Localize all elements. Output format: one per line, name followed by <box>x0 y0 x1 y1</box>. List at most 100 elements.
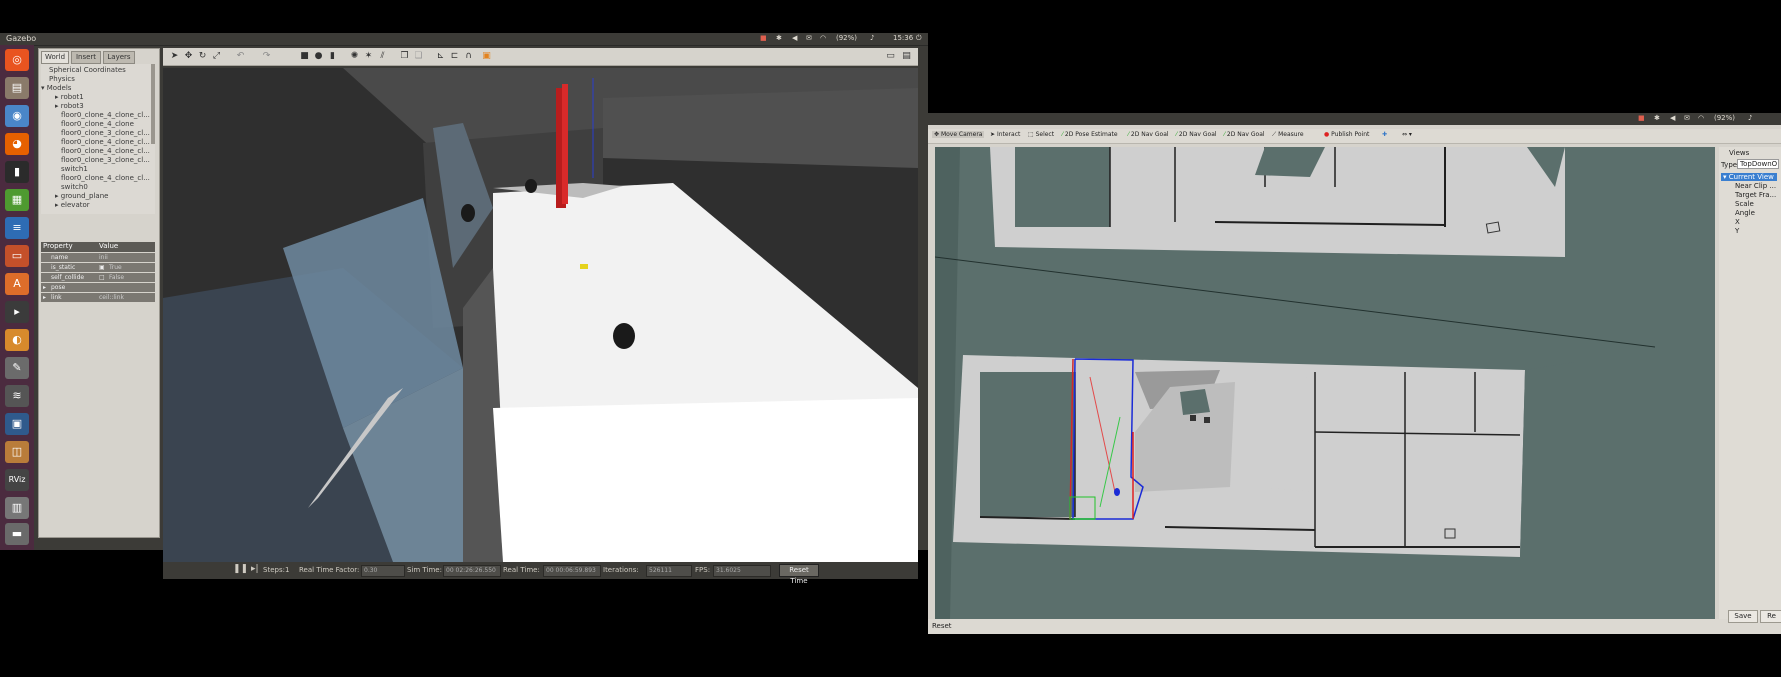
select-tool[interactable]: ⬚ Select <box>1028 131 1054 138</box>
copy-icon[interactable]: ❐ <box>399 51 410 62</box>
property-row[interactable]: ▸ link ceil::link <box>41 293 155 302</box>
checkbox-icon[interactable]: □ <box>99 273 105 282</box>
writer-icon[interactable]: ≡ <box>5 217 29 239</box>
move-camera-tool[interactable]: ✥ Move Camera <box>932 131 985 138</box>
directional-light-icon[interactable]: ⫽ <box>377 51 388 62</box>
battery-level[interactable]: (92%) <box>1714 114 1735 122</box>
volume-icon[interactable]: ◀ <box>1670 114 1675 122</box>
chromium-icon[interactable]: ◉ <box>5 105 29 127</box>
tree-item[interactable]: switch1 <box>61 165 88 173</box>
magnet-icon[interactable]: ∩ <box>463 51 474 62</box>
terminal-icon[interactable]: ▮ <box>5 161 29 183</box>
view-property[interactable]: Target Fra... <box>1735 191 1776 199</box>
firefox-icon[interactable]: ◕ <box>5 133 29 155</box>
tab-insert[interactable]: Insert <box>71 51 101 64</box>
record-icon[interactable]: ■ <box>760 34 767 42</box>
wifi-icon[interactable]: ◠ <box>1698 114 1704 122</box>
view-property[interactable]: Scale <box>1735 200 1754 208</box>
align-icon[interactable]: ⊾ <box>435 51 446 62</box>
sphere-shape-icon[interactable]: ● <box>313 51 324 62</box>
files-icon[interactable]: ▤ <box>5 77 29 99</box>
video-icon[interactable]: ▸ <box>5 301 29 323</box>
tree-item[interactable]: Spherical Coordinates <box>49 66 126 74</box>
blender-icon[interactable]: ◐ <box>5 329 29 351</box>
property-row[interactable]: self_collide □ False <box>41 273 155 282</box>
trash-icon[interactable]: ▥ <box>5 497 29 519</box>
view-property[interactable]: Angle <box>1735 209 1755 217</box>
select-arrow-icon[interactable]: ➤ <box>169 51 180 62</box>
clock[interactable]: 15:36 <box>893 34 913 42</box>
reset-button[interactable]: Reset <box>932 622 952 630</box>
property-row[interactable]: name inii <box>41 253 155 262</box>
tree-item[interactable]: switch0 <box>61 183 88 191</box>
paste-icon[interactable]: ❏ <box>413 51 424 62</box>
tab-world[interactable]: World <box>41 51 69 64</box>
measure-tool[interactable]: ⟋ Measure <box>1272 131 1304 139</box>
battery-level[interactable]: (92%) <box>836 34 857 42</box>
view-property[interactable]: Y <box>1735 227 1739 235</box>
tab-layers[interactable]: Layers <box>103 51 135 64</box>
checkbox-icon[interactable]: ▣ <box>99 263 105 272</box>
mail-icon[interactable]: ✉ <box>1684 114 1690 122</box>
network-icon[interactable]: ≋ <box>5 385 29 407</box>
box-shape-icon[interactable]: ■ <box>299 51 310 62</box>
impress-icon[interactable]: ▭ <box>5 245 29 267</box>
nav-goal-tool[interactable]: ⁄ 2D Nav Goal <box>1128 131 1169 138</box>
spot-light-icon[interactable]: ✶ <box>363 51 374 62</box>
remove-button[interactable]: Re <box>1760 610 1781 623</box>
tree-item[interactable]: floor0_clone_4_clone <box>61 120 134 128</box>
tree-item[interactable]: floor0_clone_4_clone_cl... <box>61 147 150 155</box>
view-type-select[interactable]: TopDownO <box>1737 159 1779 169</box>
rviz-icon[interactable]: RViz <box>5 469 29 491</box>
box-icon[interactable]: ◫ <box>5 441 29 463</box>
nav-goal-tool[interactable]: ⁄ 2D Nav Goal <box>1176 131 1217 138</box>
tree-item[interactable]: floor0_clone_4_clone_cl... <box>61 111 150 119</box>
wifi-icon[interactable]: ◠ <box>820 34 826 42</box>
tree-item[interactable]: ▸ robot3 <box>55 102 84 110</box>
nav-goal-tool[interactable]: ⁄ 2D Nav Goal <box>1224 131 1265 138</box>
tree-item[interactable]: Physics <box>49 75 75 83</box>
tree-item[interactable]: ▸ ground_plane <box>55 192 108 200</box>
snap-icon[interactable]: ⊏ <box>449 51 460 62</box>
pause-icon[interactable]: ❚❚ <box>233 564 248 574</box>
step-icon[interactable]: ▸| <box>251 564 259 574</box>
log-icon[interactable]: ▤ <box>901 51 912 62</box>
tree-item[interactable]: floor0_clone_4_clone_cl... <box>61 174 150 182</box>
rotate-icon[interactable]: ↻ <box>197 51 208 62</box>
screenshot-camera-icon[interactable]: ▣ <box>481 51 492 62</box>
cylinder-shape-icon[interactable]: ▮ <box>327 51 338 62</box>
tree-item[interactable]: ▸ robot1 <box>55 93 84 101</box>
tree-item[interactable]: floor0_clone_3_clone_cl... <box>61 156 150 164</box>
view-property[interactable]: Near Clip ... <box>1735 182 1776 190</box>
ubuntu-dash-icon[interactable]: ◎ <box>5 49 29 71</box>
publish-point-tool[interactable]: ● Publish Point <box>1324 131 1369 138</box>
point-light-icon[interactable]: ✺ <box>349 51 360 62</box>
translate-icon[interactable]: ✥ <box>183 51 194 62</box>
text-editor-icon[interactable]: ✎ <box>5 357 29 379</box>
property-row[interactable]: is_static ▣ True <box>41 263 155 272</box>
speaker-icon[interactable]: ♪ <box>870 34 874 42</box>
tree-item-models[interactable]: ▾ Models <box>41 84 71 92</box>
volume-icon[interactable]: ◀ <box>792 34 797 42</box>
3d-viewport[interactable] <box>163 68 918 562</box>
bluetooth-icon[interactable]: ✱ <box>776 34 782 42</box>
calc-icon[interactable]: ▦ <box>5 189 29 211</box>
view-property[interactable]: X <box>1735 218 1740 226</box>
scale-icon[interactable]: ⤢ <box>211 51 222 62</box>
property-row[interactable]: ▸ pose <box>41 283 155 292</box>
tree-scrollbar[interactable] <box>151 64 155 144</box>
power-icon[interactable]: ⏻ <box>916 34 922 43</box>
more-tools-icon[interactable]: ⇔ ▾ <box>1402 131 1412 138</box>
redo-icon[interactable]: ↷ <box>261 51 272 62</box>
tree-item[interactable]: floor0_clone_4_clone_cl... <box>61 138 150 146</box>
software-center-icon[interactable]: A <box>5 273 29 295</box>
tree-item[interactable]: ▸ elevator <box>55 201 90 209</box>
bluetooth-icon[interactable]: ✱ <box>1654 114 1660 122</box>
record-icon[interactable]: ■ <box>1638 114 1645 122</box>
current-view-item[interactable]: ▾ Current View <box>1721 173 1777 181</box>
add-tool-icon[interactable]: ✚ <box>1382 131 1387 138</box>
tree-item[interactable]: floor0_clone_3_clone_cl... <box>61 129 150 137</box>
speaker-icon[interactable]: ♪ <box>1748 114 1752 122</box>
reset-time-button[interactable]: Reset Time <box>779 564 819 585</box>
pose-estimate-tool[interactable]: ⁄ 2D Pose Estimate <box>1062 131 1118 138</box>
